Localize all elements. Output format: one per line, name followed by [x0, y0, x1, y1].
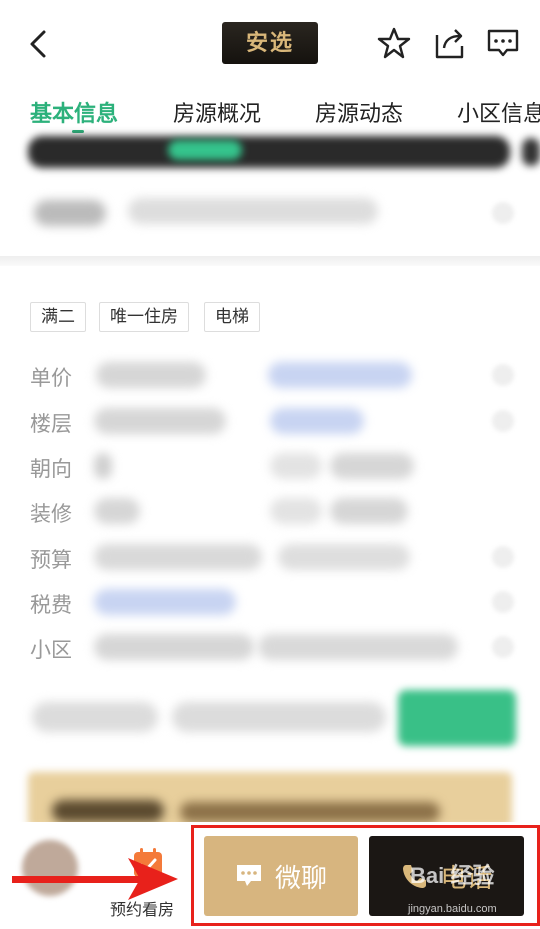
- blurred-value: [94, 589, 236, 615]
- blurred-value: [258, 634, 458, 660]
- row-label-community: 小区: [30, 639, 72, 662]
- blurred-chevron: [492, 202, 514, 224]
- anxuan-badge: 安选: [222, 22, 318, 64]
- tab-bar: 基本信息 房源概况 房源动态 小区信息: [0, 92, 540, 136]
- star-icon[interactable]: [377, 26, 411, 60]
- tag-man-er: 满二: [30, 302, 86, 332]
- blurred-chevron: [492, 591, 514, 613]
- blurred-banner-text: [52, 800, 164, 822]
- row-label-budget: 预算: [30, 549, 72, 572]
- chat-button[interactable]: 微聊: [204, 836, 358, 916]
- blurred-value: [94, 408, 226, 434]
- blurred-chevron: [492, 546, 514, 568]
- tag-only-home: 唯一住房: [99, 302, 189, 332]
- blurred-price-edge: [522, 138, 540, 166]
- back-arrow-icon[interactable]: [24, 26, 54, 62]
- blurred-banner-text: [180, 802, 440, 822]
- annotation-arrow-icon: [12, 858, 178, 900]
- blurred-value: [94, 498, 140, 524]
- share-icon[interactable]: [433, 26, 467, 60]
- message-icon[interactable]: [486, 26, 520, 60]
- tag-elevator: 电梯: [204, 302, 260, 332]
- blurred-price-bar: [28, 136, 510, 168]
- blurred-agent-info: [32, 702, 158, 732]
- blurred-value: [94, 544, 262, 570]
- active-tab-indicator: [72, 130, 84, 133]
- row-label-tax: 税费: [30, 594, 72, 617]
- tab-listing-updates[interactable]: 房源动态: [315, 96, 403, 128]
- chat-bubble-icon: [236, 865, 261, 886]
- baidu-watermark: Bai 经验: [410, 863, 495, 888]
- blurred-value: [268, 362, 412, 388]
- blurred-value: [96, 362, 206, 388]
- blurred-value: [94, 634, 254, 660]
- tab-listing-overview[interactable]: 房源概况: [173, 96, 261, 128]
- blurred-value: [270, 408, 364, 434]
- blurred-detail: [128, 198, 378, 224]
- blurred-value: [330, 498, 408, 524]
- blurred-chevron: [492, 364, 514, 386]
- tab-community-info[interactable]: 小区信息: [457, 96, 540, 128]
- blurred-label: [34, 200, 106, 226]
- baidu-watermark-url: jingyan.baidu.com: [408, 903, 497, 915]
- blurred-agent-info: [172, 702, 386, 732]
- blurred-value: [270, 453, 322, 479]
- chat-button-label: 微聊: [274, 862, 327, 893]
- blurred-green-button: [398, 690, 516, 746]
- row-label-orientation: 朝向: [30, 458, 72, 481]
- blurred-price-highlight: [168, 140, 242, 160]
- blurred-value: [330, 453, 414, 479]
- blurred-chevron: [492, 410, 514, 432]
- row-label-unit-price: 单价: [30, 367, 72, 390]
- tab-basic-info[interactable]: 基本信息: [30, 96, 118, 128]
- blurred-value: [270, 498, 322, 524]
- blurred-chevron: [492, 636, 514, 658]
- row-label-floor: 楼层: [30, 413, 72, 436]
- blurred-value: [94, 453, 112, 479]
- section-divider: [0, 256, 540, 266]
- blurred-value: [278, 544, 410, 570]
- row-label-decoration: 装修: [30, 503, 72, 526]
- top-bar: 安选: [0, 0, 540, 88]
